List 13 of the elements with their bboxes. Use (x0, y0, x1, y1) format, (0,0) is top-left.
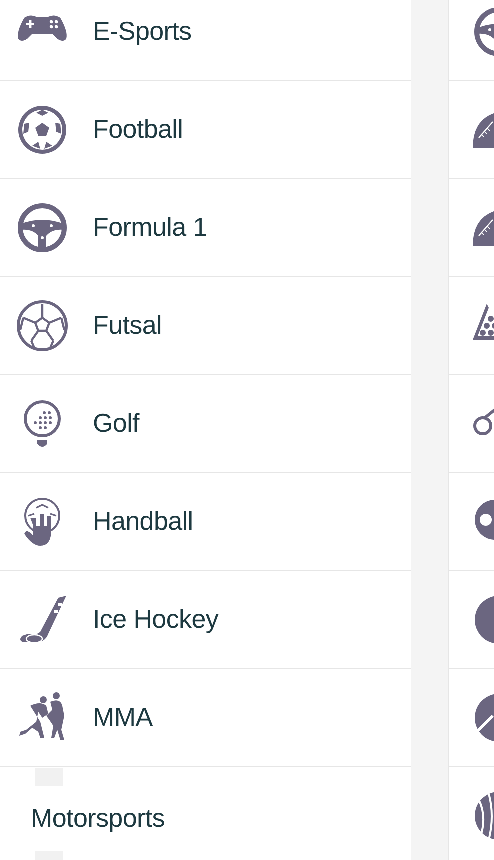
sport-name[interactable]: E-Sports (93, 16, 192, 47)
sport-name[interactable]: MMA (93, 702, 153, 733)
sport-name[interactable]: Ice Hockey (93, 604, 219, 635)
sport-name[interactable]: Futsal (93, 310, 162, 341)
sport-name[interactable]: Motorsports (31, 802, 165, 834)
sport-name[interactable]: Handball (93, 506, 194, 537)
sport-name[interactable]: Formula 1 (93, 212, 208, 243)
sport-name[interactable]: Football (93, 114, 184, 145)
sport-name[interactable]: Golf (93, 408, 140, 439)
volleyball-icon[interactable] (473, 790, 494, 842)
steering-wheel-icon (15, 202, 70, 254)
futsal-ball-icon (15, 300, 70, 352)
steering-wheel-icon[interactable] (473, 6, 494, 58)
